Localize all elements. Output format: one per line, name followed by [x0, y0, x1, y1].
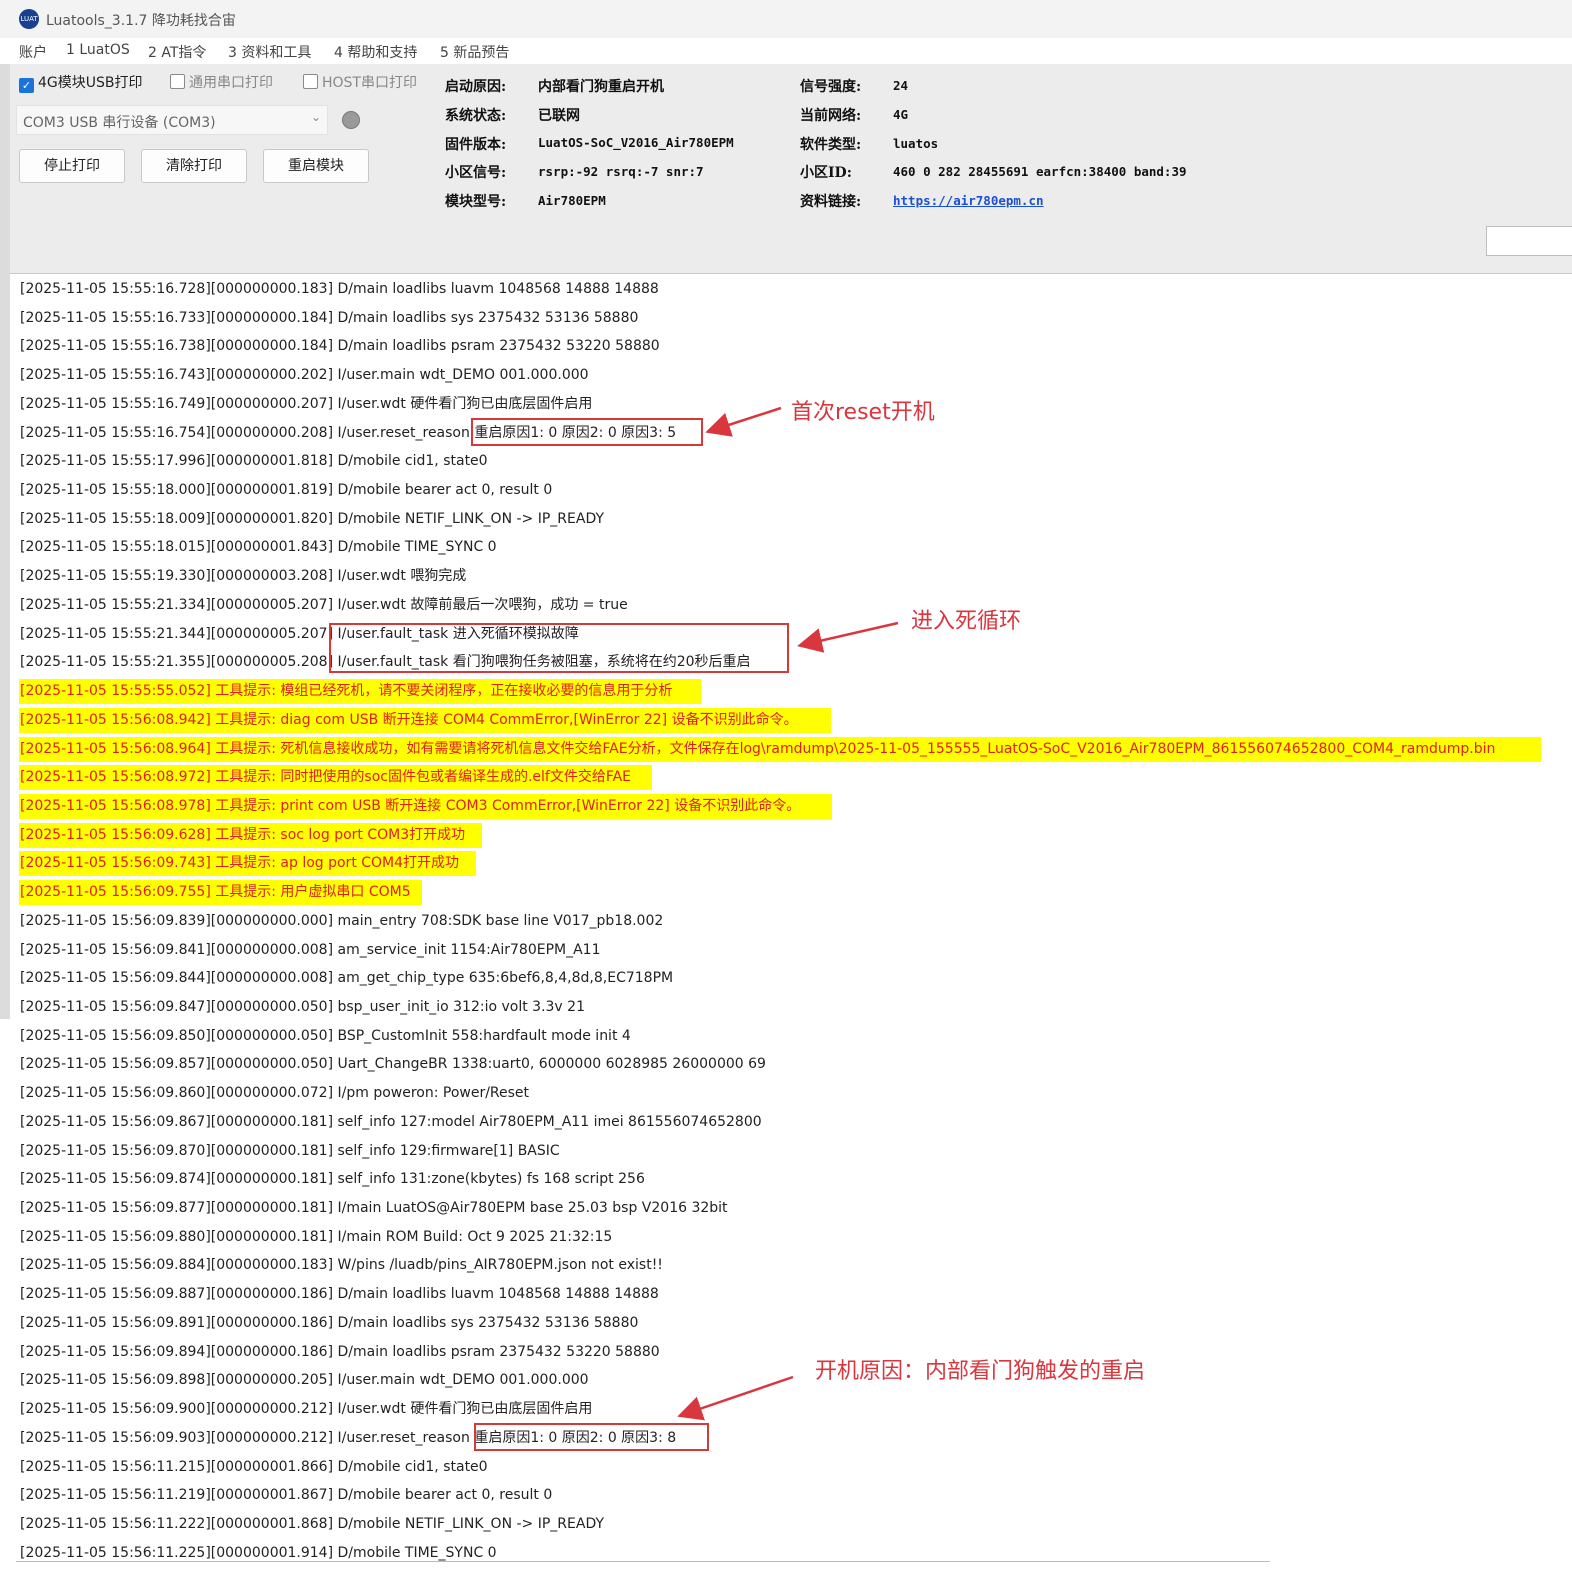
annotation-dead-loop: 进入死循环	[911, 609, 1022, 634]
arrow-first-reset	[705, 406, 782, 437]
annotation-first-reset: 首次reset开机	[791, 400, 935, 425]
annotation-boot-reason: 开机原因：内部看门狗触发的重启	[815, 1359, 1146, 1384]
log-bottom-border	[16, 1561, 1270, 1562]
arrow-boot-reason	[677, 1375, 794, 1421]
annotation-arrows	[677, 406, 899, 1421]
arrow-dead-loop	[797, 621, 899, 653]
